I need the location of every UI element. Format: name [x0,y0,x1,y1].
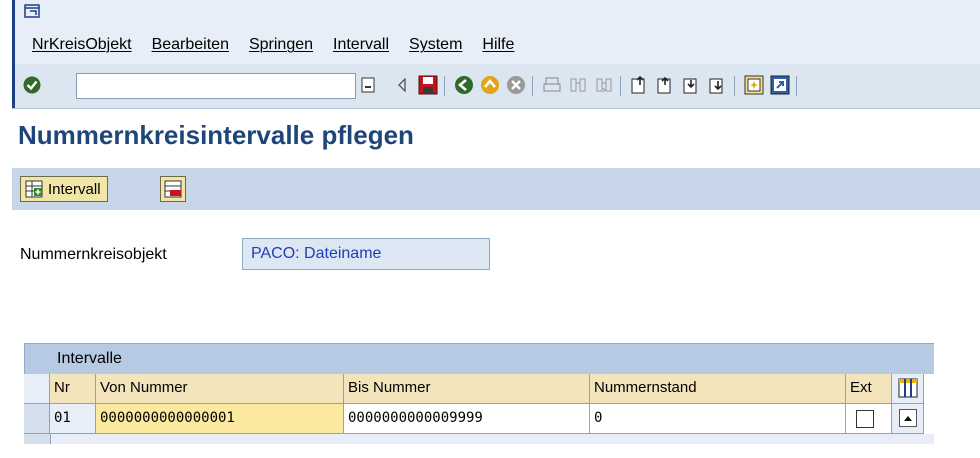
add-interval-button[interactable]: Intervall [20,176,108,202]
find-icon[interactable] [566,73,590,97]
menu-intervall[interactable]: Intervall [333,36,389,54]
new-session-icon[interactable] [742,73,766,97]
column-config-icon [898,378,917,398]
last-page-icon[interactable] [706,73,730,97]
table-header-row: Nr Von Nummer Bis Nummer Nummernstand Ex… [24,374,934,404]
confirm-icon[interactable] [20,73,44,97]
column-header-von[interactable]: Von Nummer [96,374,344,404]
back-triangle-icon[interactable] [390,73,414,97]
column-header-nr[interactable]: Nr [50,374,96,404]
scrollbar-track[interactable] [902,434,934,444]
column-header-ext[interactable]: Ext [846,374,892,404]
menu-springen[interactable]: Springen [249,36,313,54]
find-next-icon[interactable] [592,73,616,97]
left-accent-bar [12,0,15,64]
delete-interval-button[interactable] [160,176,186,202]
next-page-icon[interactable] [680,73,704,97]
nummernkreisobjekt-field: PACO: Dateiname [242,238,490,270]
shortcut-icon[interactable] [768,73,792,97]
toolbar-separator [734,76,735,96]
toolbar-separator [532,76,533,96]
ext-checkbox[interactable] [856,410,874,428]
table-row: 01 0000000000000001 0000000000009999 0 [24,404,934,434]
menu-hilfe[interactable]: Hilfe [482,36,514,54]
scroll-up-button[interactable] [898,409,917,427]
cancel-icon[interactable] [504,73,528,97]
standard-toolbar [12,64,980,109]
exit-icon[interactable] [478,73,502,97]
cell-ext [846,404,892,434]
delete-row-icon [164,180,182,198]
empty-row-area [50,434,903,444]
toolbar-separator [620,76,621,96]
page-title: Nummernkreisintervalle pflegen [18,120,414,150]
menu-bar: NrKreisObjekt Bearbeiten Springen Interv… [12,0,980,64]
menu-system[interactable]: System [409,36,462,54]
arrow-up-icon [903,415,912,421]
menu-nrkreisobjekt[interactable]: NrKreisObjekt [32,36,132,54]
application-toolbar: Intervall [12,168,980,210]
window-menu-icon[interactable] [24,4,40,18]
intervals-table: Intervalle Nr Von Nummer Bis Nummer Numm… [24,343,934,444]
print-icon[interactable] [540,73,564,97]
save-icon[interactable] [416,73,440,97]
add-interval-label: Intervall [48,180,101,198]
cell-von-nummer[interactable]: 0000000000000001 [96,404,344,434]
vertical-scrollbar[interactable] [892,404,924,434]
menu-bearbeiten[interactable]: Bearbeiten [152,36,229,54]
row-selector[interactable] [24,404,50,434]
add-row-icon [25,180,43,198]
table-title: Intervalle [24,343,934,374]
column-settings-button[interactable] [892,374,924,404]
table-row-partial [24,434,934,444]
field-label: Nummernkreisobjekt [20,246,167,263]
command-field[interactable] [76,73,356,99]
history-icon[interactable] [356,73,380,97]
prev-page-icon[interactable] [654,73,678,97]
toolbar-separator [444,76,445,96]
left-accent-bar [12,64,15,108]
cell-nummernstand[interactable]: 0 [590,404,846,434]
cell-nr: 01 [50,404,96,434]
toolbar-separator [796,76,797,96]
cell-bis-nummer[interactable]: 0000000000009999 [344,404,590,434]
column-header-bis[interactable]: Bis Nummer [344,374,590,404]
back-icon[interactable] [452,73,476,97]
first-page-icon[interactable] [628,73,652,97]
row-selector[interactable] [24,434,51,444]
select-all-cell[interactable] [24,374,50,404]
column-header-stand[interactable]: Nummernstand [590,374,846,404]
